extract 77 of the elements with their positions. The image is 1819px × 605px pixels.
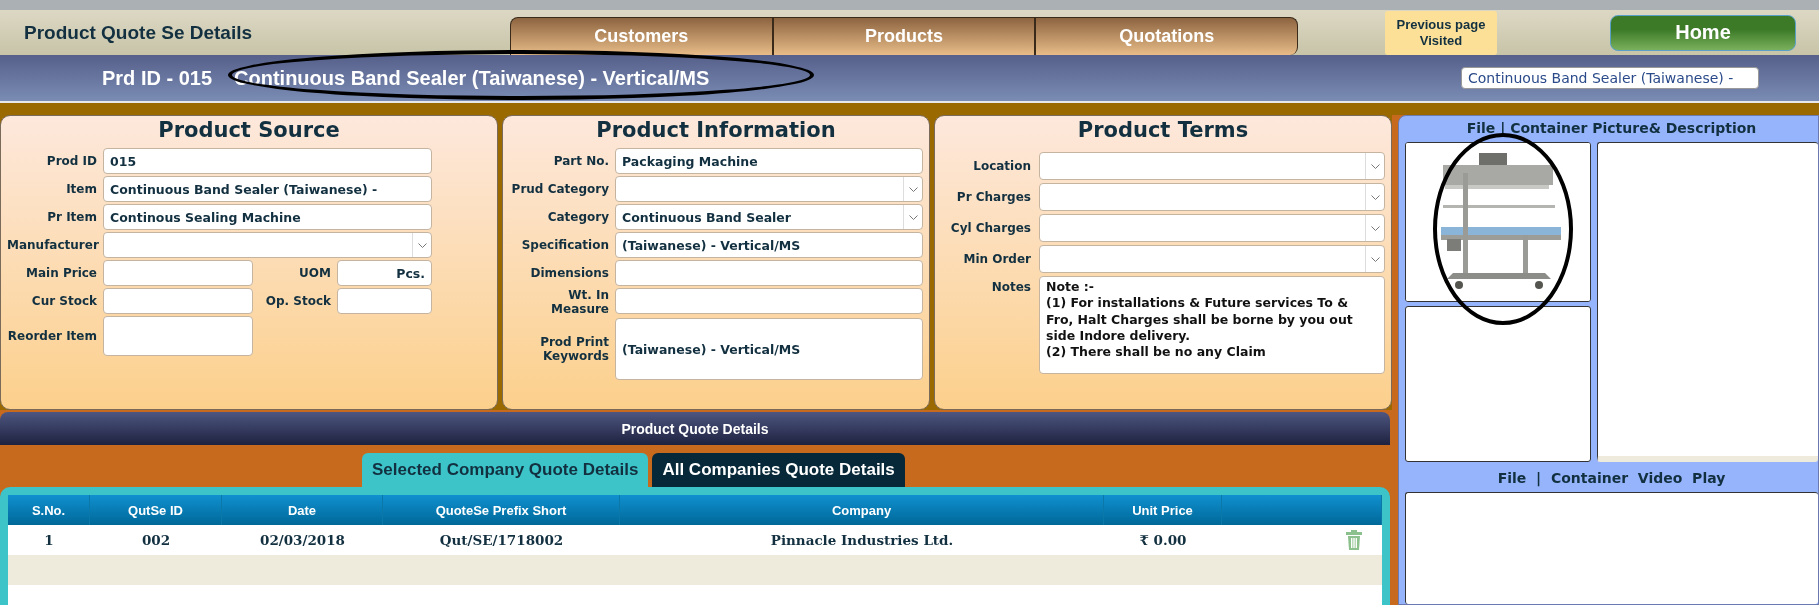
dropdown-field[interactable]	[1039, 245, 1385, 273]
field-label: Op. Stock	[264, 294, 331, 308]
table-cell-text: Qut/SE/1718002	[438, 531, 565, 550]
input-field[interactable]: Continous Sealing Machine	[103, 204, 432, 230]
field-label: Part No.	[552, 154, 609, 168]
caret-icon	[1370, 163, 1380, 169]
page-title: Product Quote Se Details	[23, 21, 254, 44]
dropdown-field[interactable]	[615, 176, 923, 202]
column-header: Unit Price	[1104, 495, 1222, 525]
field-label: Pr Charges	[955, 190, 1031, 204]
field-label: Pr Item	[46, 210, 97, 224]
caret-icon	[908, 186, 918, 192]
input-field[interactable]	[337, 288, 432, 314]
column-header: S.No.	[8, 495, 90, 525]
field-label: Prod ID	[45, 154, 97, 168]
input-field[interactable]	[103, 288, 253, 314]
input-field[interactable]	[103, 316, 253, 356]
description-box[interactable]	[1597, 142, 1818, 462]
input-field[interactable]: 015	[103, 148, 432, 174]
field-label: Cur Stock	[30, 294, 97, 308]
field-label: UOM	[298, 266, 331, 280]
field-label: Cyl Charges	[949, 221, 1031, 235]
tab[interactable]: All Companies Quote Details	[652, 453, 905, 487]
field-label: Reorder Item	[7, 329, 97, 343]
product-search-field[interactable]: Continuous Band Sealer (Taiwanese) -	[1461, 67, 1759, 89]
product-id: Prd ID - 015	[102, 66, 213, 90]
field-label: Category	[546, 210, 609, 224]
tab[interactable]: Selected Company Quote Details	[362, 453, 649, 487]
column-header: QutSe ID	[90, 495, 222, 525]
field-label: Dimensions	[529, 266, 609, 280]
input-field[interactable]: Packaging Machine	[615, 148, 923, 174]
table-cell-text: Pinnacle Industries Ltd.	[769, 531, 955, 550]
field-label: Item	[65, 182, 97, 196]
field-label: Min Order	[962, 252, 1031, 266]
dropdown-field[interactable]	[1039, 214, 1385, 242]
field-label: Main Price	[25, 266, 97, 280]
input-field[interactable]: (Taiwanese) - Vertical/MS	[615, 232, 923, 258]
notes-field[interactable]: Note :- (1) For installations & Future services To & Fro, Halt Charges shall be borne by you out side Indore delivery. (2) There shall be no any Claim	[1039, 276, 1385, 374]
panel-title: Product Source	[157, 118, 341, 142]
input-field[interactable]: Continuous Band Sealer (Taiwanese) -	[103, 176, 432, 202]
caret-icon	[417, 242, 427, 248]
column-header: Date	[222, 495, 383, 525]
field-label: Location	[972, 159, 1031, 173]
section-header: Product Quote Details	[0, 412, 1390, 445]
previous-page-button[interactable]: Previous page Visited	[1385, 10, 1497, 55]
home-button[interactable]: Home	[1610, 14, 1796, 51]
input-field[interactable]	[615, 260, 923, 286]
caret-icon	[1370, 256, 1380, 262]
input-field[interactable]: Pcs.	[337, 260, 432, 286]
field-label: Notes	[990, 280, 1031, 294]
caret-icon	[1370, 194, 1380, 200]
panel-title: File | Container Video Play	[1496, 470, 1727, 489]
field-label: Prod Print Keywords	[539, 335, 609, 363]
dropdown-field[interactable]: Continuous Band Sealer	[615, 204, 923, 230]
input-field[interactable]	[103, 260, 253, 286]
dropdown-field[interactable]	[103, 232, 432, 258]
product-name: Continuous Band Sealer (Taiwanese) - Vertical/MS	[234, 66, 710, 90]
panel-title: Product Terms	[1076, 118, 1250, 142]
field-label: Wt. In Measure	[550, 288, 609, 316]
panel-title: Product Information	[595, 118, 837, 142]
table-cell-text: ₹ 0.00	[1138, 531, 1188, 550]
caret-icon	[908, 214, 918, 220]
table-cell-text: 02/03/2018	[259, 531, 346, 550]
column-header: QuoteSe Prefix Short	[383, 495, 620, 525]
dropdown-field[interactable]	[1039, 183, 1385, 211]
table-cell-text: 1	[43, 531, 55, 550]
input-field[interactable]	[615, 288, 923, 314]
field-label: Manufacturer	[7, 238, 97, 252]
field-label: Specification	[520, 238, 609, 252]
table-cell-text: 002	[140, 531, 172, 550]
dropdown-field[interactable]	[1039, 152, 1385, 180]
caret-icon	[1370, 225, 1380, 231]
column-header: Company	[620, 495, 1104, 525]
trash-icon[interactable]	[1346, 530, 1362, 550]
input-field[interactable]: (Taiwanese) - Vertical/MS	[615, 318, 923, 380]
empty-table-row[interactable]	[8, 555, 1382, 585]
field-label: Prud Category	[510, 182, 609, 196]
